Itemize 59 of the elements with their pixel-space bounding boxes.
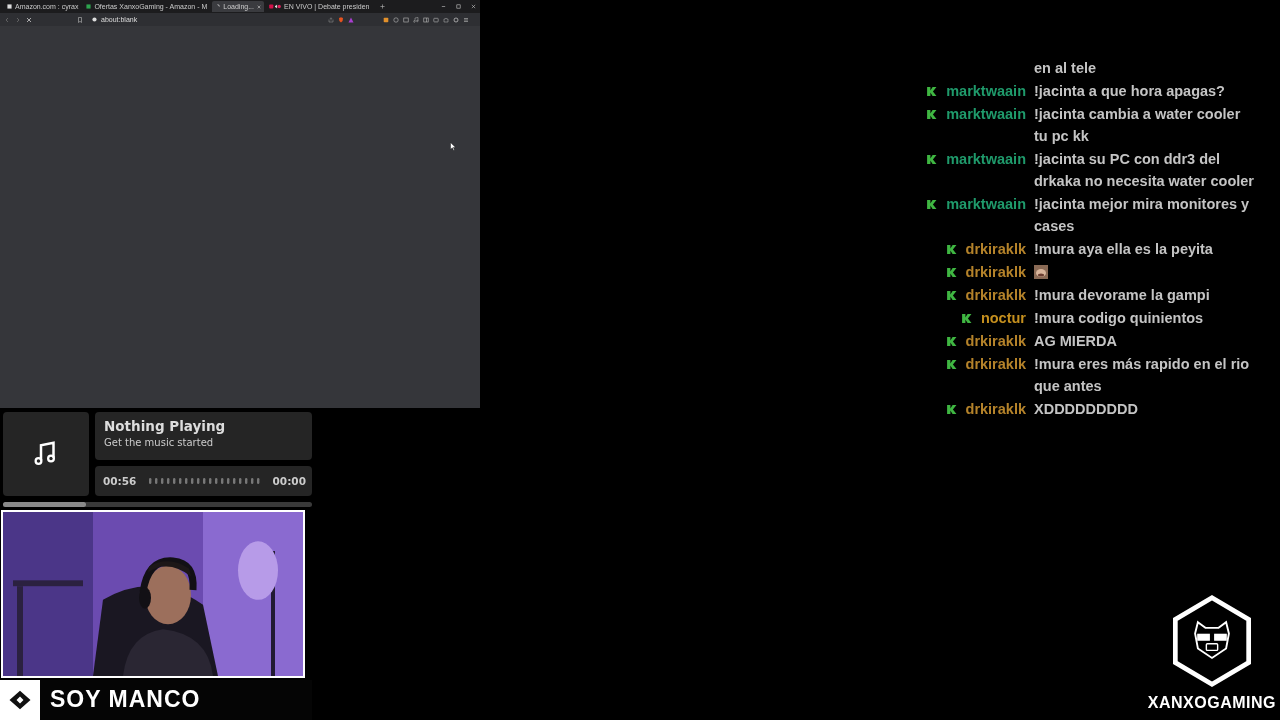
chat-username[interactable]: drkiraklk — [965, 287, 1026, 303]
elapsed-time: 00:56 — [103, 475, 137, 488]
chat-message: XDDDDDDDDD — [1034, 400, 1139, 419]
chat-username[interactable]: drkiraklk — [965, 333, 1026, 349]
chat-username[interactable]: drkiraklk — [965, 241, 1026, 257]
stop-icon[interactable] — [26, 16, 32, 23]
spinner-icon — [215, 4, 221, 9]
chat-message: !jacinta su PC con ddr3 del drkaka no necesita water cooler — [1034, 150, 1255, 191]
chat-username[interactable]: drkiraklk — [965, 264, 1026, 280]
chat-message: en al tele — [1034, 59, 1098, 78]
site-icon — [92, 17, 97, 22]
chat-username[interactable]: drkiraklk — [965, 401, 1026, 417]
triangle-icon[interactable] — [348, 16, 354, 23]
cursor-icon — [450, 142, 456, 151]
chat-message: !jacinta cambia a water cooler tu pc kk — [1034, 105, 1242, 146]
chat-username[interactable]: marktwaain — [946, 106, 1026, 122]
forward-icon[interactable] — [15, 16, 21, 23]
shield-icon[interactable] — [338, 16, 344, 23]
k-badge-icon — [945, 335, 957, 347]
back-icon[interactable] — [4, 16, 10, 23]
remaining-time: 00:00 — [272, 475, 306, 488]
brand-name: XANXOGAMING — [1147, 694, 1276, 712]
track-subtitle: Get the music started — [104, 437, 215, 449]
music-note-icon[interactable] — [413, 16, 419, 23]
chat-message: AG MIERDA — [1034, 332, 1118, 351]
k-badge-icon — [945, 266, 957, 278]
chat-username[interactable]: drkiraklk — [965, 356, 1026, 372]
settings-icon[interactable] — [453, 16, 459, 23]
k-badge-icon — [926, 153, 938, 165]
k-badge-icon — [926, 108, 938, 120]
chat-message: !jacinta a que hora apagas? — [1034, 82, 1226, 101]
k-badge-icon — [945, 289, 957, 301]
chat-message: !jacinta mejor mira monitores y cases — [1034, 195, 1251, 236]
sheet-icon — [86, 4, 92, 9]
minimize-icon[interactable] — [441, 4, 446, 9]
k-badge-icon — [960, 312, 972, 324]
track-title: Nothing Playing — [104, 418, 227, 435]
chat-message: !mura codigo quinientos — [1034, 309, 1205, 328]
k-badge-icon — [945, 243, 957, 255]
chat-username[interactable]: marktwaain — [946, 196, 1026, 212]
recording-icon — [269, 4, 281, 9]
k-badge-icon — [945, 403, 957, 415]
k-badge-icon — [926, 85, 938, 97]
chat-message: !mura aya ella es la peyita — [1034, 240, 1214, 259]
chat-message: !mura eres más rapido en el rio que antes — [1034, 355, 1251, 396]
maximize-icon[interactable] — [456, 4, 461, 9]
page-icon — [7, 4, 12, 9]
streamer-name: SOY MANCO — [50, 686, 201, 714]
menu-icon[interactable] — [463, 16, 469, 23]
close-icon[interactable] — [471, 4, 476, 9]
chat-username[interactable]: marktwaain — [946, 151, 1026, 167]
new-tab-icon[interactable] — [380, 4, 386, 9]
bookmark-icon[interactable] — [77, 16, 83, 23]
k-badge-icon — [926, 198, 938, 210]
chat-username[interactable]: noctur — [980, 310, 1026, 326]
k-badge-icon — [945, 358, 957, 370]
sidebar-icon[interactable] — [423, 16, 429, 23]
chat-username[interactable]: marktwaain — [946, 83, 1026, 99]
chat-message: !mura devorame la gampi — [1034, 286, 1211, 305]
